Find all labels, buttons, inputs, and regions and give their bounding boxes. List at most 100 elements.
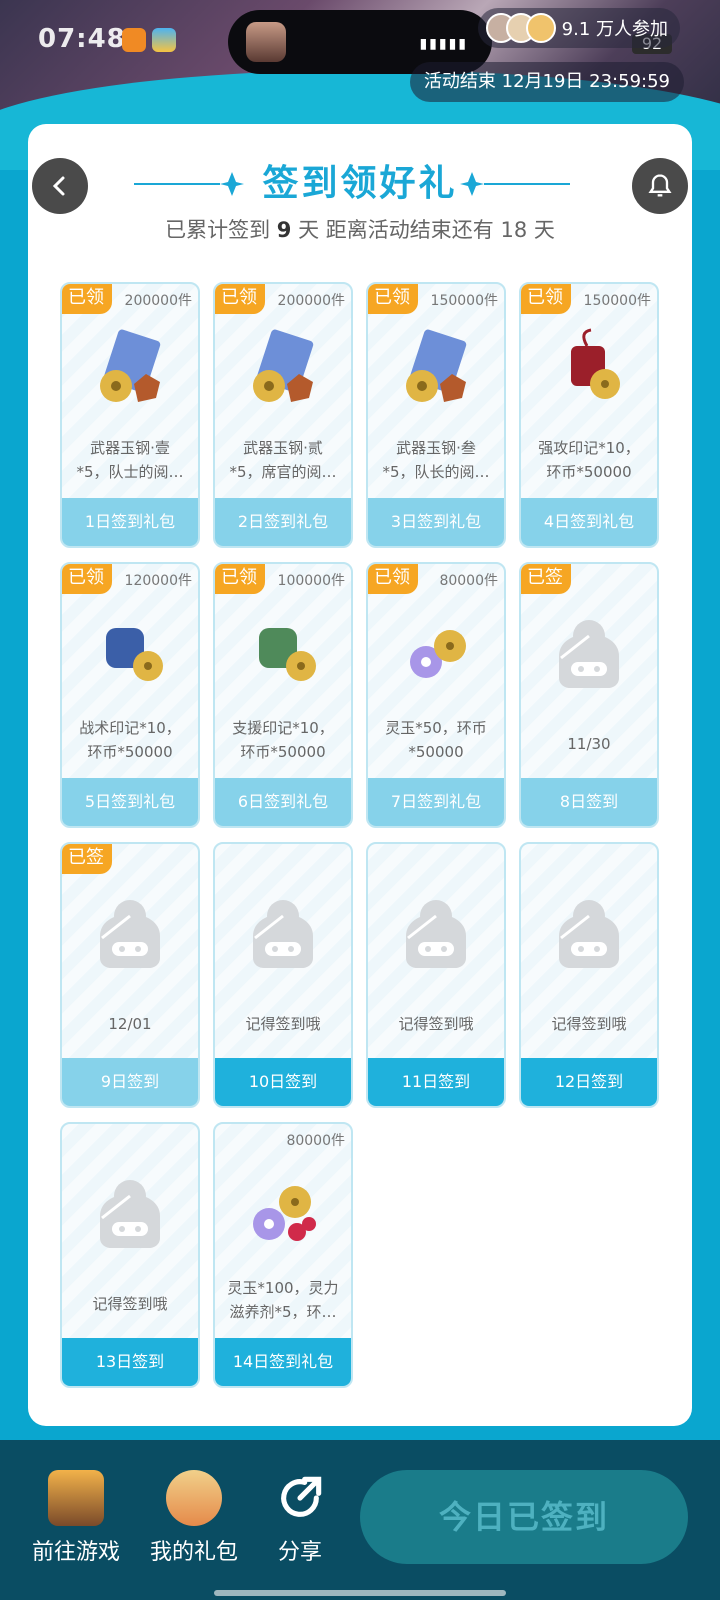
day-label: 11日签到	[368, 1058, 504, 1106]
reward-description: 记得签到哦	[245, 1015, 321, 1033]
reward-tile[interactable]: 已领 120000件战术印记*10， 环币*50000 5日签到礼包	[60, 562, 200, 828]
reward-tile[interactable]: 已领 80000件灵玉*50，环币 *50000 7日签到礼包	[366, 562, 506, 828]
reward-tile[interactable]: 已领 200000件武器玉钢·贰 *5，席官的阅… 2日签到礼包	[213, 282, 353, 548]
stock-count: 80000件	[439, 573, 498, 589]
placeholder-mascot-icon	[82, 886, 178, 982]
reward-description: 记得签到哦	[398, 1015, 474, 1033]
status-icons	[122, 28, 176, 52]
reward-description: 武器玉钢·贰 *5，席官的阅…	[229, 439, 337, 481]
signin-summary: 已累计签到 9 天 距离活动结束还有 18 天	[28, 214, 692, 244]
day-label: 6日签到礼包	[215, 778, 351, 826]
participants-count: 9.1 万人参加	[561, 19, 668, 40]
charm-blue-icon	[82, 606, 178, 702]
goto-game-button[interactable]: 前往游戏	[32, 1470, 120, 1566]
reward-tile[interactable]: 80000件灵玉*100，灵力 滋养剂*5，环… 14日签到礼包	[213, 1122, 353, 1388]
gift-avatar-icon	[166, 1470, 222, 1526]
participant-avatar	[525, 13, 556, 43]
my-gifts-label: 我的礼包	[150, 1540, 239, 1565]
placeholder-mascot-icon	[388, 886, 484, 982]
day-label: 14日签到礼包	[215, 1338, 351, 1386]
day-label: 3日签到礼包	[368, 498, 504, 546]
claim-status-badge: 已领	[62, 284, 112, 314]
reward-description: 强攻印记*10， 环币*50000	[538, 439, 640, 481]
day-label: 8日签到	[521, 778, 657, 826]
reward-tile[interactable]: 已领 150000件强攻印记*10， 环币*50000 4日签到礼包	[519, 282, 659, 548]
signed-days: 9	[276, 218, 292, 242]
claim-status-badge: 已签	[62, 844, 112, 874]
placeholder-mascot-icon	[235, 886, 331, 982]
gift-pack-icon	[82, 326, 178, 422]
reward-tile[interactable]: 已签 11/30 8日签到	[519, 562, 659, 828]
day-label: 13日签到	[62, 1338, 198, 1386]
reward-description: 12/01	[108, 1015, 152, 1033]
status-time: 07:48	[38, 24, 126, 54]
wallet-icon	[152, 28, 176, 52]
my-gifts-button[interactable]: 我的礼包	[150, 1470, 238, 1566]
share-button[interactable]: 分享	[272, 1470, 328, 1566]
reward-description: 武器玉钢·叁 *5，队长的阅…	[382, 439, 490, 481]
stock-count: 200000件	[277, 293, 345, 309]
bottom-action-bar: 前往游戏 我的礼包 分享 今日已签到	[0, 1440, 720, 1600]
day-label: 5日签到礼包	[62, 778, 198, 826]
page-title: 签到领好礼	[262, 163, 458, 204]
claim-status-badge: 已领	[368, 284, 418, 314]
reward-tile[interactable]: 记得签到哦 13日签到	[60, 1122, 200, 1388]
day-label: 12日签到	[521, 1058, 657, 1106]
stock-count: 200000件	[124, 293, 192, 309]
reward-description: 记得签到哦	[92, 1295, 168, 1313]
claim-status-badge: 已领	[215, 564, 265, 594]
day-label: 7日签到礼包	[368, 778, 504, 826]
reward-description: 11/30	[567, 735, 611, 753]
stock-count: 100000件	[277, 573, 345, 589]
reward-description: 灵玉*100，灵力 滋养剂*5，环…	[227, 1279, 339, 1321]
signin-card: 签到领好礼 已累计签到 9 天 距离活动结束还有 18 天 已领 200000件武…	[28, 124, 692, 1426]
placeholder-mascot-icon	[541, 886, 637, 982]
placeholder-mascot-icon	[82, 1166, 178, 1262]
summary-mid: 天 距离活动结束还有	[298, 218, 494, 242]
reward-tile[interactable]: 记得签到哦 11日签到	[366, 842, 506, 1108]
share-label: 分享	[277, 1540, 322, 1565]
reward-tile[interactable]: 已领 200000件武器玉钢·壹 *5，队士的阅… 1日签到礼包	[60, 282, 200, 548]
reward-tile[interactable]: 已领 150000件武器玉钢·叁 *5，队长的阅… 3日签到礼包	[366, 282, 506, 548]
event-end-time: 活动结束 12月19日 23:59:59	[409, 62, 684, 102]
media-avatar	[246, 22, 286, 62]
stock-count: 80000件	[286, 1133, 345, 1149]
jade-potion-icon	[235, 1166, 331, 1262]
reward-tile[interactable]: 已签 12/01 9日签到	[60, 842, 200, 1108]
reward-tile[interactable]: 记得签到哦 10日签到	[213, 842, 353, 1108]
stock-count: 150000件	[583, 293, 651, 309]
day-label: 1日签到礼包	[62, 498, 198, 546]
app-notification-icon	[122, 28, 146, 52]
summary-prefix: 已累计签到	[165, 218, 271, 242]
claim-status-badge: 已领	[521, 284, 571, 314]
day-label: 10日签到	[215, 1058, 351, 1106]
day-label: 2日签到礼包	[215, 498, 351, 546]
claim-status-badge: 已领	[368, 564, 418, 594]
reward-description: 武器玉钢·壹 *5，队士的阅…	[76, 439, 184, 481]
remaining-days: 18	[500, 218, 528, 242]
reward-grid: 已领 200000件 武器玉钢·壹 *5，队士的阅… 1日签到礼包 已领 200000件武…	[60, 282, 660, 1388]
share-icon	[281, 1476, 322, 1517]
game-icon	[48, 1470, 104, 1526]
stock-count: 120000件	[124, 573, 192, 589]
reward-tile[interactable]: 记得签到哦 12日签到	[519, 842, 659, 1108]
charm-green-icon	[235, 606, 331, 702]
audio-wave-icon: ▮▮▮▮▮	[419, 36, 468, 52]
home-indicator	[214, 1590, 506, 1596]
participants-badge: 9.1 万人参加	[477, 8, 680, 48]
reward-tile[interactable]: 已领 100000件支援印记*10， 环币*50000 6日签到礼包	[213, 562, 353, 828]
reward-description: 支援印记*10， 环币*50000	[232, 719, 334, 761]
summary-suffix: 天	[533, 218, 555, 242]
checked-in-button[interactable]: 今日已签到	[360, 1470, 688, 1564]
day-label: 4日签到礼包	[521, 498, 657, 546]
claim-status-badge: 已领	[215, 284, 265, 314]
reward-description: 记得签到哦	[551, 1015, 627, 1033]
stock-count: 150000件	[430, 293, 498, 309]
gift-pack-icon	[235, 326, 331, 422]
placeholder-mascot-icon	[541, 606, 637, 702]
gift-pack-icon	[388, 326, 484, 422]
jade-coin-icon	[388, 606, 484, 702]
claim-status-badge: 已领	[62, 564, 112, 594]
reward-description: 战术印记*10， 环币*50000	[79, 719, 181, 761]
reward-description: 灵玉*50，环币 *50000	[385, 719, 487, 761]
